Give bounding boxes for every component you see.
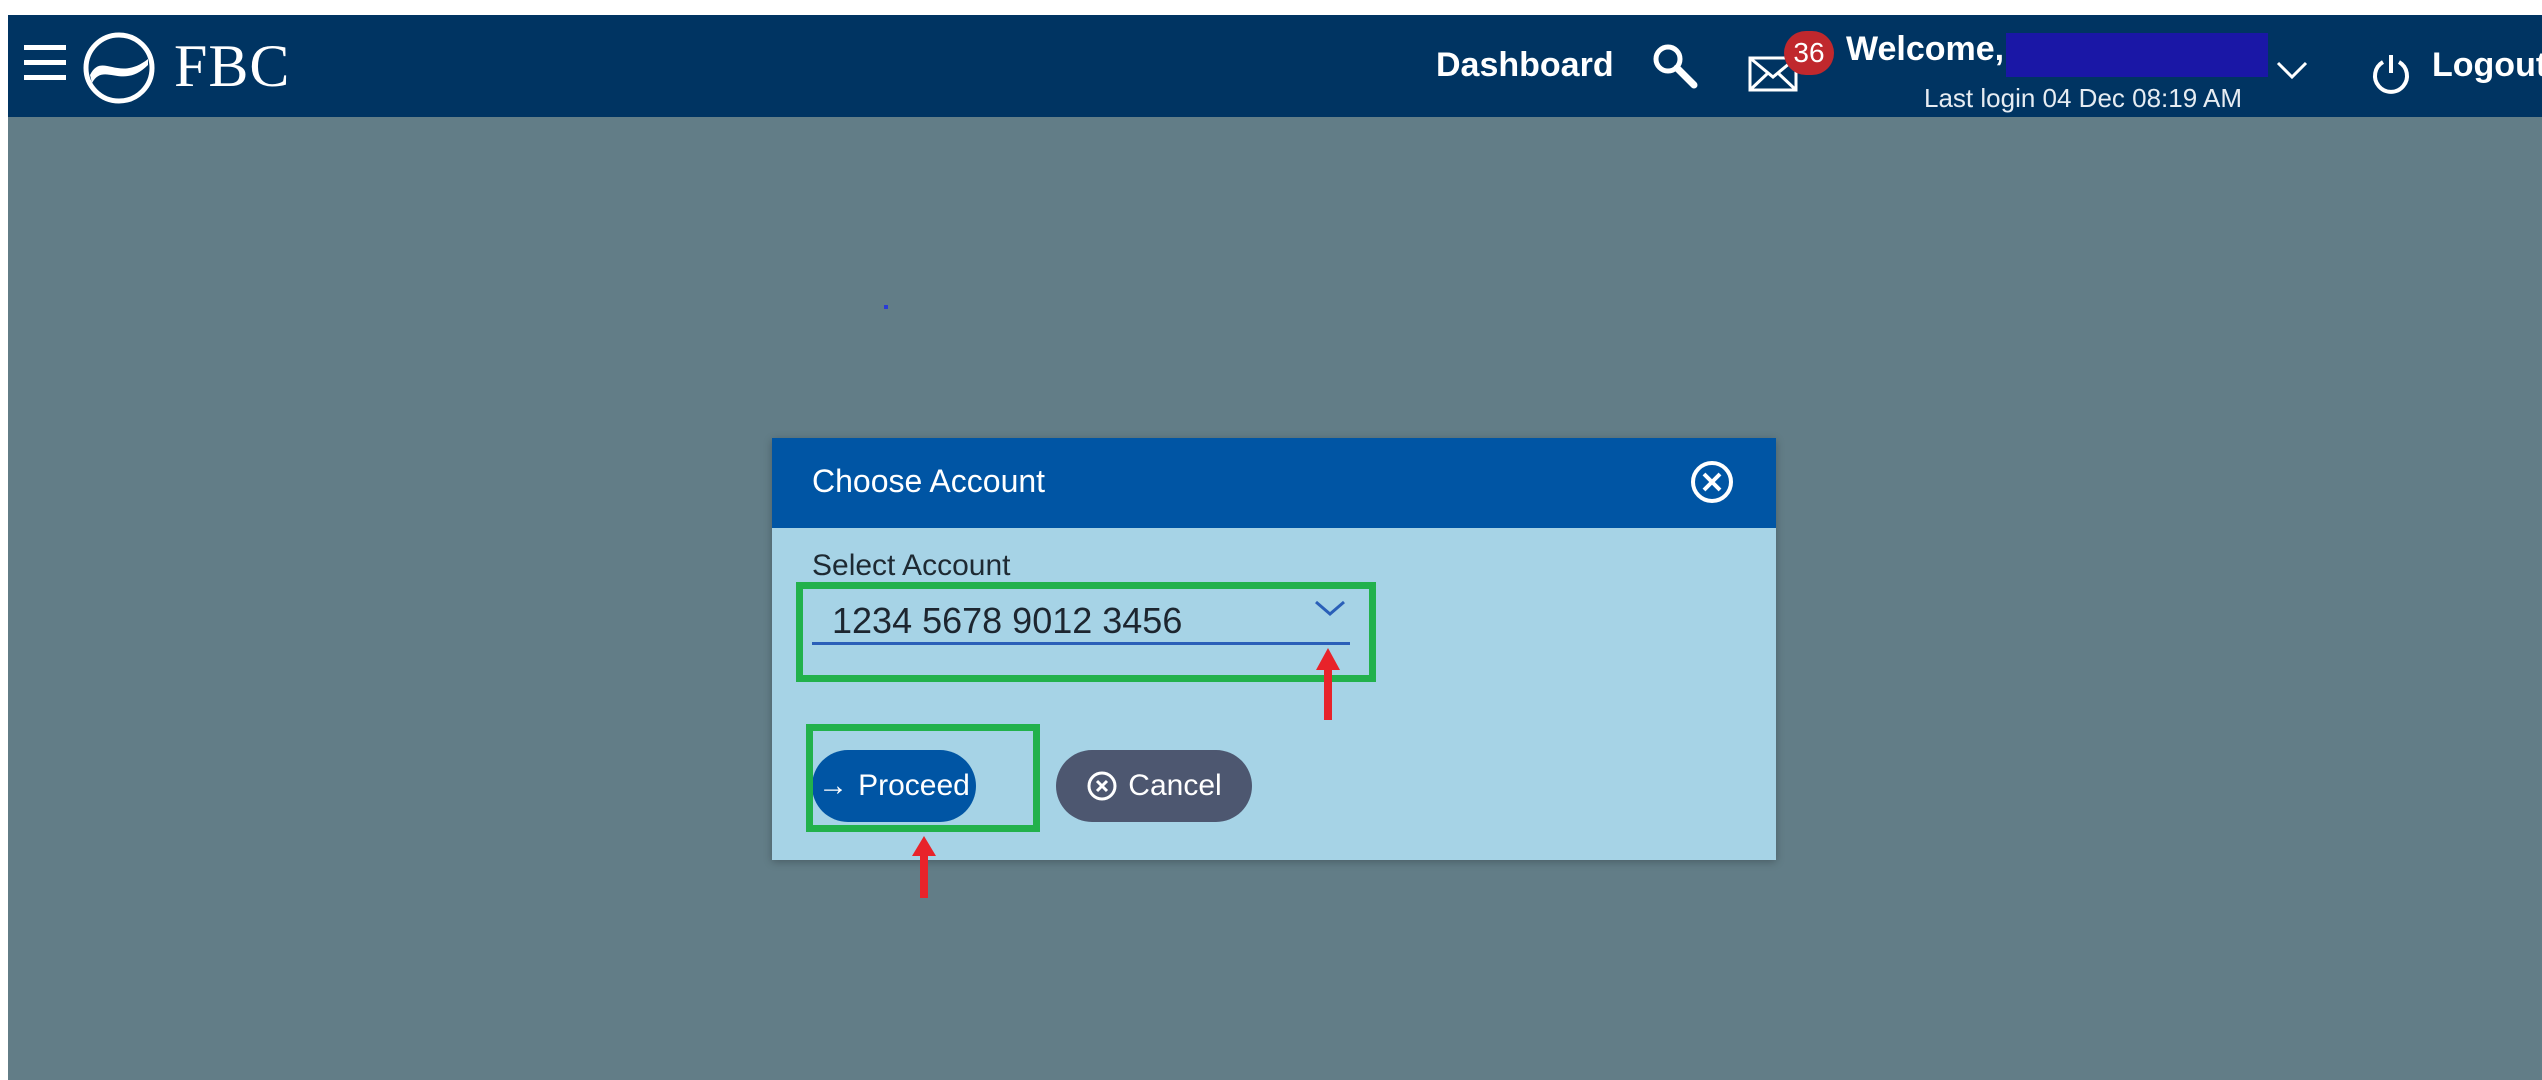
brand-name: FBC (174, 33, 291, 99)
logo-icon[interactable] (82, 31, 156, 105)
redacted-username (2006, 33, 2268, 77)
stray-dot (884, 305, 888, 309)
last-login-text: Last login 04 Dec 08:19 AM (1924, 83, 2242, 113)
arrow-up-icon (912, 836, 936, 898)
select-account-label: Select Account (812, 549, 1011, 582)
select-highlight-box (796, 582, 1376, 682)
mail-count-badge: 36 (1784, 31, 1834, 75)
dialog-header: Choose Account (772, 438, 1776, 528)
proceed-highlight-box (806, 724, 1040, 832)
top-navigation-bar: FBC Dashboard 36 Welcome, Last login 04 … (8, 15, 2542, 117)
chevron-down-icon[interactable] (2272, 51, 2312, 91)
dialog-title: Choose Account (812, 463, 1046, 499)
search-icon[interactable] (1650, 41, 1700, 91)
welcome-text: Welcome, (1846, 30, 2005, 68)
cancel-circle-icon (1087, 771, 1117, 801)
cancel-label: Cancel (1128, 769, 1222, 802)
arrow-up-icon (1316, 648, 1340, 720)
cancel-button[interactable]: Cancel (1056, 750, 1252, 822)
power-icon[interactable] (2370, 53, 2412, 95)
logout-link[interactable]: Logout (2432, 45, 2542, 85)
close-icon[interactable] (1688, 458, 1736, 506)
menu-icon[interactable] (22, 41, 68, 85)
dashboard-link[interactable]: Dashboard (1436, 45, 1614, 85)
